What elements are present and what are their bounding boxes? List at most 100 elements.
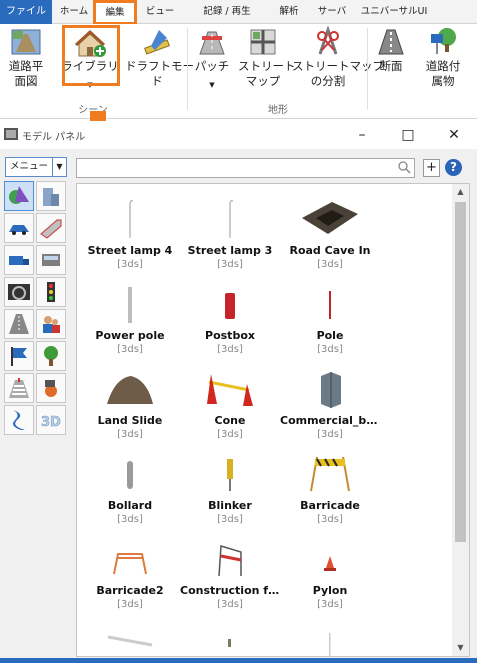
- item-format: [3ds]: [217, 259, 243, 270]
- street-map-button[interactable]: ストリート マップ: [238, 26, 296, 89]
- scroll-down-icon[interactable]: ▼: [452, 640, 469, 656]
- draft-mode-button[interactable]: ドラフトモー ド: [125, 26, 194, 89]
- shapes-icon: [9, 186, 29, 204]
- list-item[interactable]: Postbox [3ds]: [180, 283, 280, 355]
- list-item[interactable]: Street lamp 4 [3ds]: [80, 198, 180, 270]
- list-item[interactable]: [80, 623, 180, 656]
- item-format: [3ds]: [217, 514, 243, 525]
- buildings-icon: [43, 188, 59, 206]
- tab-universal-ui[interactable]: ユニバーサルUI: [356, 0, 432, 24]
- road-cave-in-icon: [302, 202, 358, 234]
- category-trucks[interactable]: [4, 245, 34, 275]
- category-trees[interactable]: [36, 341, 66, 371]
- item-name: Barricade: [300, 499, 360, 512]
- item-format: [3ds]: [117, 514, 143, 525]
- partial-model-icon: [329, 633, 331, 656]
- tab-analysis[interactable]: 解析: [270, 0, 308, 24]
- category-3d[interactable]: 3D: [36, 405, 66, 435]
- section-label: 断面: [379, 59, 403, 73]
- tab-file[interactable]: ファイル: [0, 0, 52, 24]
- street-map-split-icon: [317, 26, 339, 55]
- steering-wheel-icon: [8, 284, 30, 300]
- item-name: Construction fe...: [180, 584, 280, 597]
- street-map-label: ストリート マップ: [238, 59, 296, 88]
- menu-dropdown[interactable]: メニュー ▼: [5, 157, 67, 177]
- minimize-button[interactable]: –: [347, 125, 377, 145]
- section-button[interactable]: 断面: [372, 26, 410, 74]
- tab-record-playback[interactable]: 記録 / 再生: [186, 0, 268, 24]
- svg-text:3D: 3D: [41, 415, 61, 430]
- window-app-icon: [4, 128, 18, 140]
- help-icon[interactable]: ?: [445, 159, 462, 176]
- section-icon: [378, 29, 404, 55]
- item-format: [3ds]: [117, 259, 143, 270]
- street-map-split-button[interactable]: ストリートマップ の分割: [292, 26, 384, 89]
- pylon-icon: [324, 556, 336, 571]
- category-cars[interactable]: [4, 213, 34, 243]
- list-item[interactable]: Construction fe... [3ds]: [180, 538, 280, 610]
- tab-view[interactable]: ビュー: [140, 0, 180, 24]
- ribbon: 道路平 面図 ライブラリ ▼ ドラフトモー ド パッチ ▼ ストリート マップ …: [0, 24, 477, 119]
- scrollbar-thumb[interactable]: [455, 202, 466, 542]
- tab-home[interactable]: ホーム: [56, 0, 92, 24]
- category-people[interactable]: [36, 309, 66, 339]
- category-roads[interactable]: [4, 309, 34, 339]
- list-item[interactable]: Barricade [3ds]: [280, 453, 380, 525]
- category-shapes[interactable]: [4, 181, 34, 211]
- power-pole-icon: [128, 287, 132, 323]
- road-plan-label: 道路平 面図: [8, 59, 44, 88]
- patch-icon: [199, 31, 225, 55]
- add-button[interactable]: +: [423, 159, 440, 177]
- 3d-icon: 3D: [41, 415, 62, 431]
- item-format: [3ds]: [317, 344, 343, 355]
- list-item[interactable]: Bollard [3ds]: [80, 453, 180, 525]
- category-buildings[interactable]: [36, 181, 66, 211]
- close-button[interactable]: ✕: [439, 125, 469, 145]
- list-item[interactable]: Street lamp 3 [3ds]: [180, 198, 280, 270]
- category-crosswalk[interactable]: [4, 373, 34, 403]
- road-attachment-button[interactable]: 道路付 属物: [418, 26, 468, 89]
- item-name: Pylon: [312, 584, 348, 597]
- item-format: [3ds]: [217, 344, 243, 355]
- search-icon[interactable]: [397, 160, 411, 174]
- road-plan-button[interactable]: 道路平 面図: [2, 26, 50, 89]
- category-trains[interactable]: [36, 213, 66, 243]
- maximize-button[interactable]: □: [393, 125, 423, 145]
- vertical-scrollbar[interactable]: ▲ ▼: [452, 184, 469, 656]
- list-item[interactable]: Power pole [3ds]: [80, 283, 180, 355]
- people-icon: [43, 316, 60, 333]
- window-title: モデル パネル: [22, 132, 86, 143]
- draft-mode-label: ドラフトモー ド: [125, 59, 194, 88]
- search-input[interactable]: [76, 158, 415, 178]
- patch-dropdown-icon[interactable]: ▼: [192, 78, 232, 93]
- item-name: Bollard: [107, 499, 153, 512]
- list-item[interactable]: Pole [3ds]: [280, 283, 380, 355]
- category-interior[interactable]: [4, 277, 34, 307]
- train-icon: [40, 219, 62, 239]
- list-item[interactable]: Road Cave In [3ds]: [280, 198, 380, 270]
- list-item[interactable]: Commercial_bu... [3ds]: [280, 368, 380, 440]
- tab-server[interactable]: サーバ: [312, 0, 352, 24]
- category-fire[interactable]: [36, 373, 66, 403]
- item-format: [3ds]: [117, 344, 143, 355]
- category-custom[interactable]: [4, 405, 34, 435]
- list-item[interactable]: Pylon [3ds]: [280, 538, 380, 610]
- list-item[interactable]: [180, 623, 280, 656]
- road-plan-icon: [11, 29, 41, 55]
- category-bus[interactable]: [36, 245, 66, 275]
- list-item[interactable]: [280, 623, 380, 656]
- chevron-down-icon[interactable]: ▼: [52, 158, 66, 176]
- category-signals[interactable]: [36, 277, 66, 307]
- flag-icon: [11, 347, 27, 366]
- ribbon-separator: [187, 28, 188, 110]
- list-item[interactable]: Blinker [3ds]: [180, 453, 280, 525]
- category-flags[interactable]: [4, 341, 34, 371]
- item-format: [3ds]: [317, 514, 343, 525]
- list-item[interactable]: Land Slide [3ds]: [80, 368, 180, 440]
- partial-model-icon: [228, 639, 231, 647]
- item-format: [3ds]: [117, 429, 143, 440]
- list-item[interactable]: Cone [3ds]: [180, 368, 280, 440]
- list-item[interactable]: Barricade2 [3ds]: [80, 538, 180, 610]
- scroll-up-icon[interactable]: ▲: [452, 184, 469, 200]
- patch-button[interactable]: パッチ ▼: [192, 26, 232, 93]
